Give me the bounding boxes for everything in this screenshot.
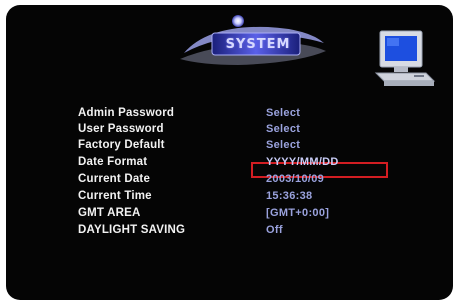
menu-label: Admin Password xyxy=(78,107,175,119)
menu-label: Factory Default xyxy=(78,139,165,151)
screen-title: SYSTEM xyxy=(225,37,291,52)
menu-row-current-time[interactable]: Current Time 15:36:38 xyxy=(78,190,398,206)
menu-row-current-date[interactable]: Current Date 2003/10/09 xyxy=(78,173,398,189)
menu-row-date-format[interactable]: Date Format YYYY/MM/DD xyxy=(78,156,398,172)
menu-label: Current Date xyxy=(78,173,151,185)
menu-label: User Password xyxy=(78,123,164,135)
menu-value[interactable]: [GMT+0:00] xyxy=(266,207,329,219)
menu-row-factory-default[interactable]: Factory Default Select xyxy=(78,139,398,155)
menu-label: Current Time xyxy=(78,190,152,202)
menu-value[interactable]: 15:36:38 xyxy=(266,190,312,202)
system-settings-screen: SYSTEM Admin Password Select User Passwo… xyxy=(6,5,453,300)
menu-value[interactable]: Select xyxy=(266,123,300,135)
menu-value[interactable]: Off xyxy=(266,224,283,236)
menu-value-selected[interactable]: YYYY/MM/DD xyxy=(266,156,339,168)
menu-value[interactable]: 2003/10/09 xyxy=(266,173,324,185)
menu-value[interactable]: Select xyxy=(266,139,300,151)
menu-label: Date Format xyxy=(78,156,148,168)
menu-row-gmt-area[interactable]: GMT AREA [GMT+0:00] xyxy=(78,207,398,223)
menu-row-user-password[interactable]: User Password Select xyxy=(78,123,398,139)
menu-label: GMT AREA xyxy=(78,207,141,219)
menu-row-admin-password[interactable]: Admin Password Select xyxy=(78,107,398,123)
menu-label: DAYLIGHT SAVING xyxy=(78,224,186,236)
menu-row-daylight-saving[interactable]: DAYLIGHT SAVING Off xyxy=(78,224,398,240)
menu-value[interactable]: Select xyxy=(266,107,300,119)
computer-icon xyxy=(374,30,436,86)
